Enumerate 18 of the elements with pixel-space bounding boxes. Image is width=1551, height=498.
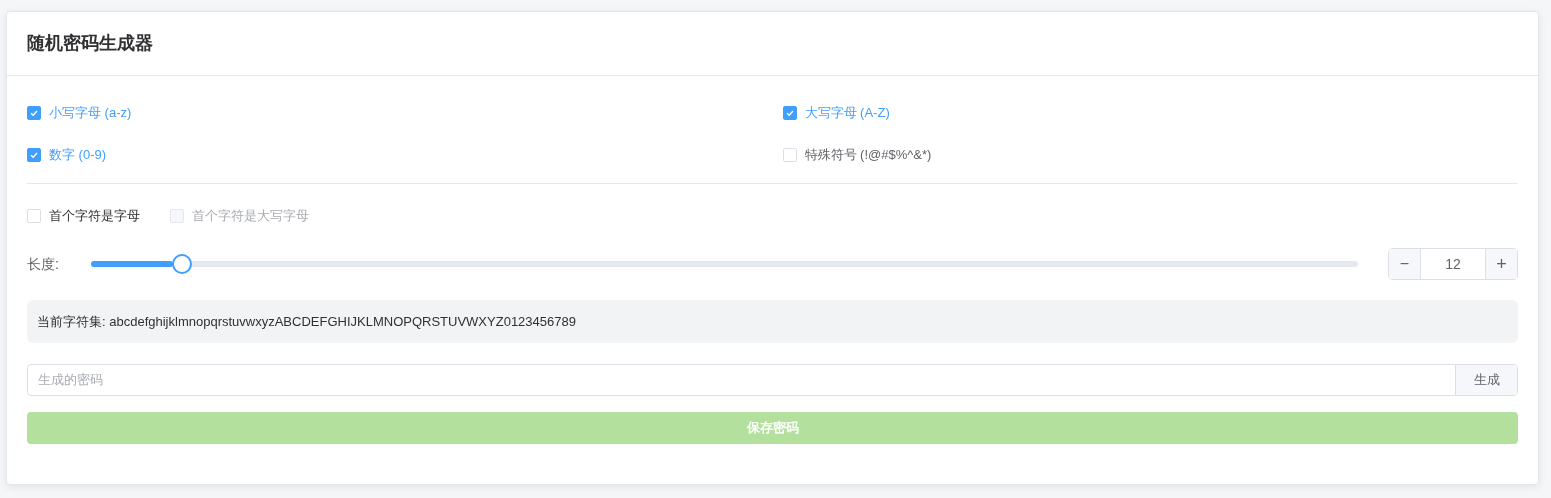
checkbox[interactable] [27,148,41,162]
check-icon [784,108,795,118]
option-label[interactable]: 首个字符是字母 [49,206,140,226]
checkbox[interactable] [782,106,797,120]
charset-text: 当前字符集: abcdefghijklmnopqrstuvwxyzABCDEFGHIJKLMNOPQRSTUVWXYZ0123456789 [37,312,576,331]
option-label[interactable]: 特殊符号 (!@#$%^&*) [804,145,932,165]
length-slider[interactable] [91,254,1358,274]
increment-button[interactable]: + [1485,249,1517,279]
checkbox[interactable] [27,106,41,120]
card-title: 随机密码生成器 [27,32,153,55]
slider-thumb[interactable] [172,254,193,274]
decrement-button[interactable]: − [1389,249,1421,279]
length-value[interactable]: 12 [1421,249,1485,279]
password-field[interactable]: 生成的密码 生成 [27,364,1518,396]
check-icon [29,108,39,118]
check-icon [29,150,39,160]
length-label: 长度: [27,254,60,274]
generate-button[interactable]: 生成 [1455,365,1517,395]
